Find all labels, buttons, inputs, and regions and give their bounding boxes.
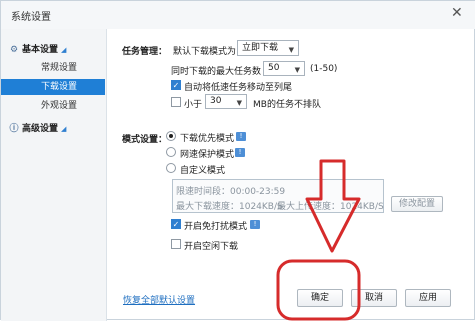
- red-circle-annotation: [276, 259, 361, 321]
- settings-window: 系统设置 ✕ ⚙ 基本设置 ◢ 常规设置 下载设置 外观设置 ⓘ 高级设置 ◢ 任务管理…: [0, 0, 475, 321]
- annotation-overlay: [276, 159, 361, 321]
- red-arrow-annotation: [305, 159, 361, 253]
